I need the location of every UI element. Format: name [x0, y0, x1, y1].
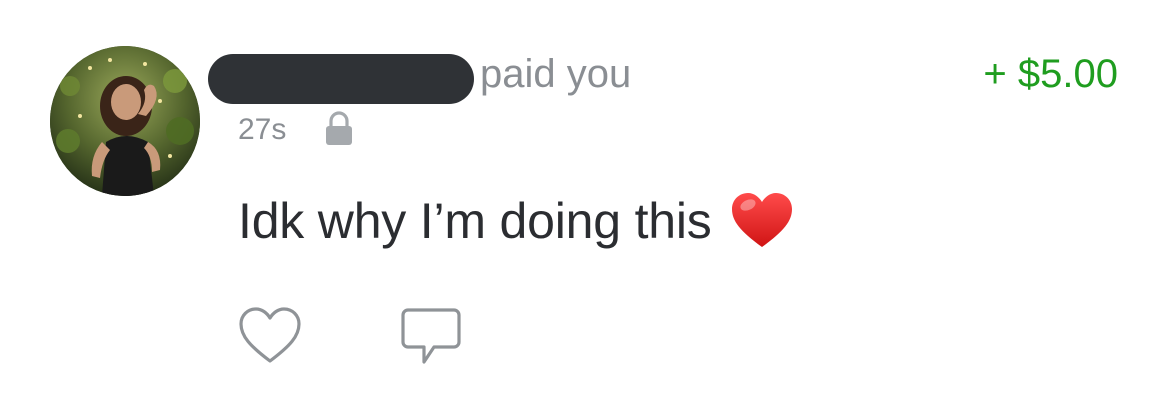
- message-text: Idk why I’m doing this: [238, 193, 712, 249]
- avatar[interactable]: [50, 46, 200, 196]
- redacted-sender-name: [208, 54, 474, 104]
- comment-bubble-icon[interactable]: [400, 306, 462, 368]
- action-text: paid you: [480, 52, 632, 96]
- avatar-photo: [50, 46, 200, 196]
- payment-amount: + $5.00: [983, 52, 1118, 96]
- payment-feed-item: paid you + $5.00 27s Idk why I’m doing t…: [0, 0, 1170, 410]
- like-heart-icon[interactable]: [238, 306, 302, 366]
- payment-message: Idk why I’m doing this: [238, 190, 794, 252]
- red-heart-emoji-icon: [731, 193, 792, 247]
- lock-icon[interactable]: [322, 110, 356, 148]
- timestamp: 27s: [238, 113, 287, 146]
